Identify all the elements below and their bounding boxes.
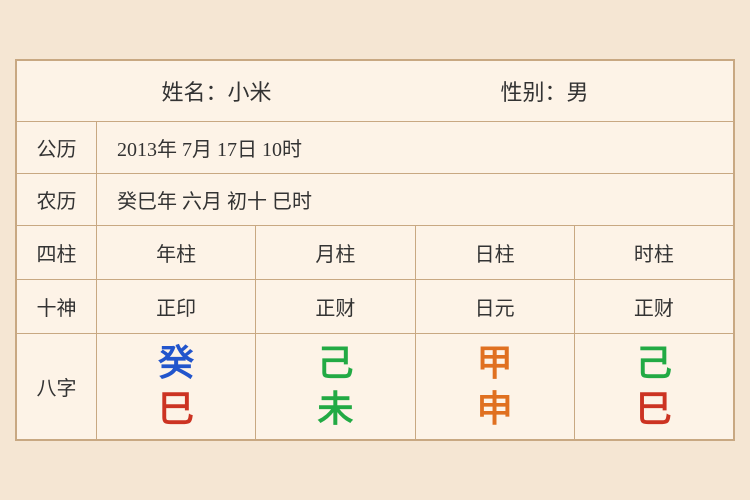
gregorian-row: 公历 2013年 7月 17日 10时	[17, 122, 733, 174]
name-label: 姓名：小米	[161, 75, 271, 107]
lunar-value: 癸巳年 六月 初十 巳时	[97, 175, 733, 224]
bazhi-2-bottom: 申	[477, 390, 513, 430]
gregorian-value: 2013年 7月 17日 10时	[97, 123, 733, 172]
bazhi-row: 八字 癸 巳 己 未 甲 申 己 巳	[17, 334, 733, 439]
sizhu-row: 四柱 年柱 月柱 日柱 时柱	[17, 226, 733, 280]
sizhu-col-1: 月柱	[256, 226, 415, 279]
shishen-cols: 正印 正财 日元 正财	[97, 280, 733, 333]
main-container: 姓名：小米 性别：男 公历 2013年 7月 17日 10时 农历 癸巳年 六月…	[15, 59, 735, 441]
bazhi-3-top: 己	[636, 344, 672, 384]
bazhi-cols: 癸 巳 己 未 甲 申 己 巳	[97, 334, 733, 439]
bazhi-1-bottom: 未	[317, 390, 353, 430]
gender-label: 性别：男	[500, 75, 588, 107]
sizhu-col-2: 日柱	[416, 226, 575, 279]
shishen-col-3: 正财	[575, 280, 733, 333]
shishen-label: 十神	[17, 280, 97, 333]
bazhi-col-3: 己 巳	[575, 334, 733, 439]
bazhi-1-top: 己	[317, 344, 353, 384]
bazhi-col-1: 己 未	[256, 334, 415, 439]
sizhu-col-3: 时柱	[575, 226, 733, 279]
bazhi-0-bottom: 巳	[158, 390, 194, 430]
shishen-row: 十神 正印 正财 日元 正财	[17, 280, 733, 334]
shishen-col-1: 正财	[256, 280, 415, 333]
bazhi-2-top: 甲	[477, 344, 513, 384]
bazhi-0-top: 癸	[158, 344, 194, 384]
bazhi-label: 八字	[17, 334, 97, 439]
sizhu-col-0: 年柱	[97, 226, 256, 279]
bazhi-col-2: 甲 申	[416, 334, 575, 439]
bazhi-col-0: 癸 巳	[97, 334, 256, 439]
gregorian-label: 公历	[17, 122, 97, 173]
sizhu-label: 四柱	[17, 226, 97, 279]
header-row: 姓名：小米 性别：男	[17, 61, 733, 122]
shishen-col-0: 正印	[97, 280, 256, 333]
lunar-row: 农历 癸巳年 六月 初十 巳时	[17, 174, 733, 226]
shishen-col-2: 日元	[416, 280, 575, 333]
sizhu-cols: 年柱 月柱 日柱 时柱	[97, 226, 733, 279]
bazhi-3-bottom: 巳	[636, 390, 672, 430]
lunar-label: 农历	[17, 174, 97, 225]
